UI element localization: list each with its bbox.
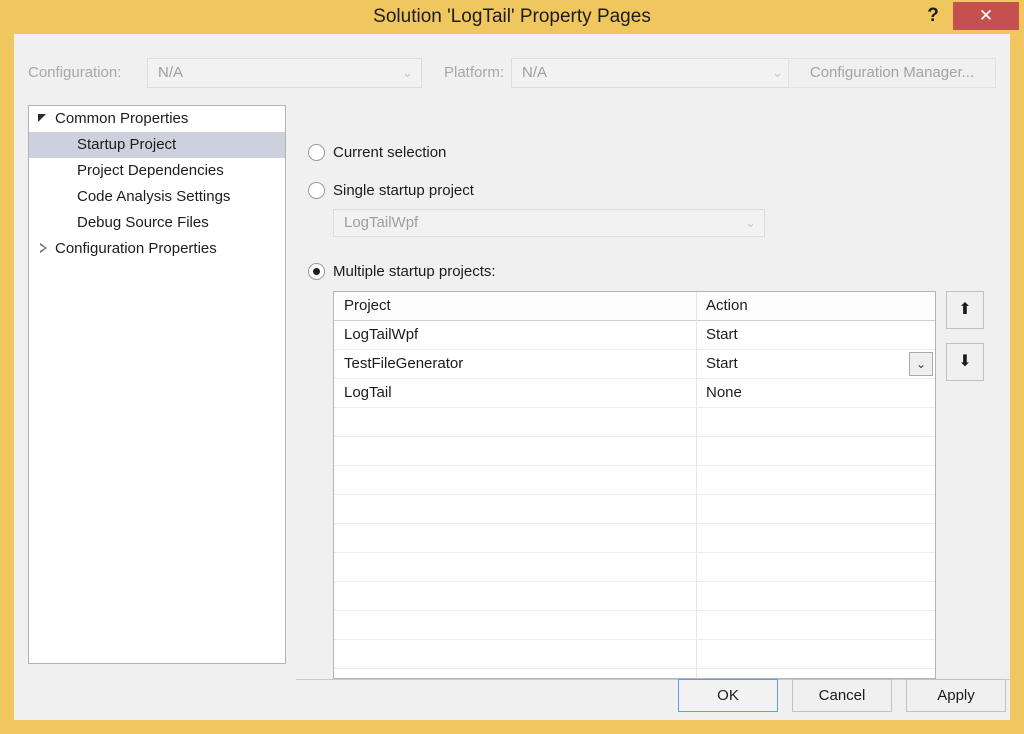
tree-node-startup-project[interactable]: Startup Project	[29, 132, 285, 158]
tree-node-label: Debug Source Files	[77, 210, 209, 236]
table-row-empty[interactable]	[334, 553, 935, 582]
window-title: Solution 'LogTail' Property Pages	[0, 0, 1024, 34]
move-down-button[interactable]: ⬇	[946, 343, 984, 381]
tree-node-debug-source-files[interactable]: Debug Source Files	[29, 210, 285, 236]
property-pages-dialog: Solution 'LogTail' Property Pages ? ✕ Co…	[0, 0, 1024, 734]
chevron-down-icon: ⌄	[745, 210, 756, 236]
configuration-combobox[interactable]: N/A ⌄	[147, 58, 422, 88]
dialog-body: Configuration: N/A ⌄ Platform: N/A ⌄ Con…	[14, 34, 1010, 720]
table-row-empty[interactable]	[334, 437, 935, 466]
single-startup-project-value: LogTailWpf	[344, 210, 418, 236]
single-startup-project-combobox[interactable]: LogTailWpf ⌄	[333, 209, 765, 237]
column-header-project[interactable]: Project	[344, 292, 692, 320]
startup-projects-grid[interactable]: Project Action LogTailWpf Start TestFile…	[333, 291, 936, 679]
table-row-empty[interactable]	[334, 582, 935, 611]
table-row[interactable]: LogTailWpf Start	[334, 321, 935, 350]
footer-separator	[296, 679, 1010, 680]
radio-single-startup-label: Single startup project	[333, 179, 474, 203]
radio-icon[interactable]	[308, 263, 325, 280]
table-row-empty[interactable]	[334, 669, 935, 679]
cell-action[interactable]: None	[706, 379, 906, 407]
startup-project-pane: Current selection Single startup project…	[300, 105, 1000, 664]
table-row-empty[interactable]	[334, 408, 935, 437]
tree-node-label: Code Analysis Settings	[77, 184, 230, 210]
table-row[interactable]: TestFileGenerator Start ⌄	[334, 350, 935, 379]
title-bar: Solution 'LogTail' Property Pages ? ✕	[0, 0, 1024, 34]
configuration-label: Configuration:	[28, 56, 121, 90]
tree-node-label: Project Dependencies	[77, 158, 224, 184]
help-button[interactable]: ?	[918, 2, 948, 30]
column-header-action[interactable]: Action	[706, 292, 906, 320]
platform-combobox[interactable]: N/A ⌄	[511, 58, 792, 88]
cancel-button[interactable]: Cancel	[792, 679, 892, 712]
table-row-empty[interactable]	[334, 524, 935, 553]
tree-node-common-properties[interactable]: Common Properties	[29, 106, 285, 132]
ok-button[interactable]: OK	[678, 679, 778, 712]
tree-node-label: Configuration Properties	[55, 236, 217, 262]
cell-project: LogTail	[344, 379, 692, 407]
tree-node-configuration-properties[interactable]: Configuration Properties	[29, 236, 285, 262]
table-row[interactable]: LogTail None	[334, 379, 935, 408]
cell-action[interactable]: Start	[706, 321, 906, 349]
platform-combobox-value: N/A	[522, 59, 547, 87]
radio-icon[interactable]	[308, 144, 325, 161]
expander-expanded-icon[interactable]	[37, 106, 51, 132]
configuration-combobox-value: N/A	[158, 59, 183, 87]
cell-project: TestFileGenerator	[344, 350, 692, 378]
radio-current-selection-label: Current selection	[333, 141, 446, 165]
expander-collapsed-icon[interactable]	[37, 236, 51, 262]
tree-node-label: Startup Project	[77, 132, 176, 158]
move-up-button[interactable]: ⬆	[946, 291, 984, 329]
table-row-empty[interactable]	[334, 640, 935, 669]
close-button[interactable]: ✕	[953, 2, 1019, 30]
radio-multiple-startup-label: Multiple startup projects:	[333, 260, 496, 284]
table-row-empty[interactable]	[334, 611, 935, 640]
grid-column-divider	[696, 292, 697, 678]
platform-label: Platform:	[444, 56, 504, 90]
tree-node-code-analysis-settings[interactable]: Code Analysis Settings	[29, 184, 285, 210]
chevron-down-icon: ⌄	[402, 59, 413, 87]
configuration-bar: Configuration: N/A ⌄ Platform: N/A ⌄ Con…	[14, 56, 1010, 90]
chevron-down-icon: ⌄	[772, 59, 783, 87]
table-row-empty[interactable]	[334, 495, 935, 524]
cell-action[interactable]: Start	[706, 350, 906, 378]
tree-node-label: Common Properties	[55, 106, 188, 132]
configuration-manager-button[interactable]: Configuration Manager...	[788, 58, 996, 88]
table-row-empty[interactable]	[334, 466, 935, 495]
apply-button[interactable]: Apply	[906, 679, 1006, 712]
cell-project: LogTailWpf	[344, 321, 692, 349]
action-dropdown-button[interactable]: ⌄	[909, 352, 933, 376]
grid-header-row: Project Action	[334, 292, 935, 321]
properties-tree[interactable]: Common Properties Startup Project Projec…	[28, 105, 286, 664]
radio-icon[interactable]	[308, 182, 325, 199]
tree-node-project-dependencies[interactable]: Project Dependencies	[29, 158, 285, 184]
